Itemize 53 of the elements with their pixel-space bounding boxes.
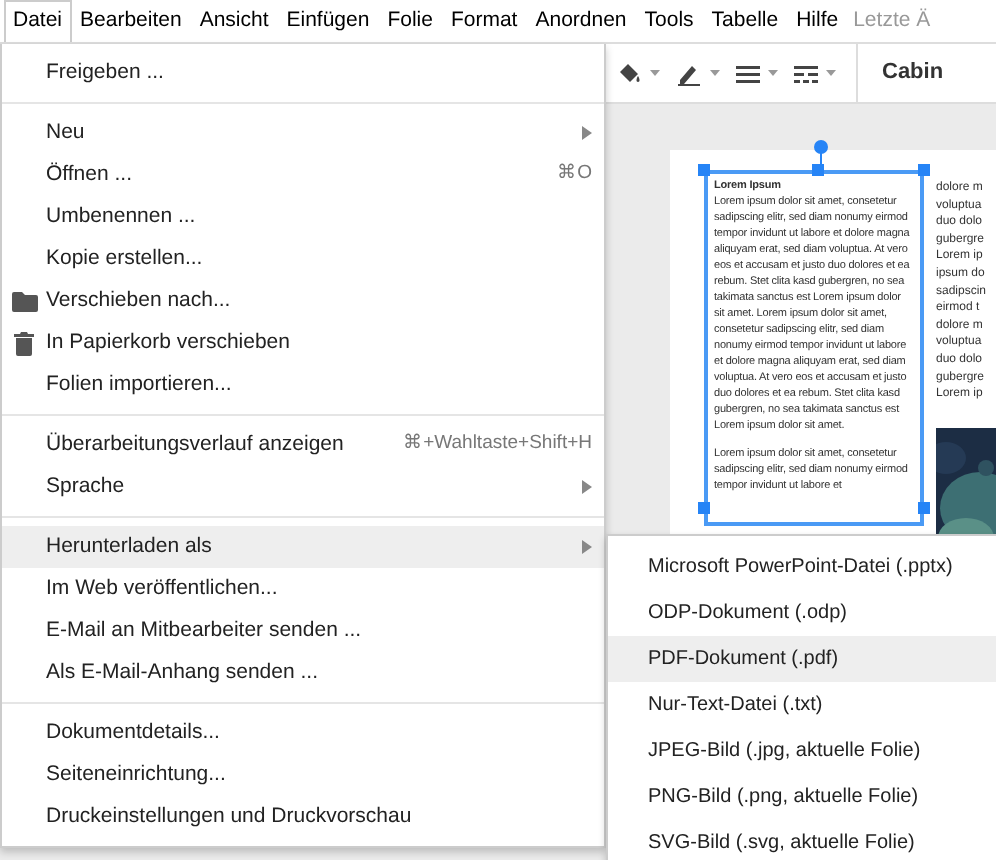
pen-icon[interactable]	[676, 61, 702, 85]
rotate-handle[interactable]	[814, 140, 828, 154]
menu-item[interactable]: Kopie erstellen...	[2, 238, 604, 280]
menu-item[interactable]: PNG-Bild (.png, aktuelle Folie)	[608, 774, 996, 820]
menu-item[interactable]: Neu	[2, 112, 604, 154]
menubar-item[interactable]: Tabelle	[702, 0, 788, 43]
menubar-item[interactable]: Folie	[378, 0, 442, 43]
font-selector[interactable]: Cabin	[882, 56, 944, 90]
menu-item[interactable]: Dokumentdetails...	[2, 712, 604, 754]
menu-item[interactable]: Öffnen ... ⌘O	[2, 154, 604, 196]
caret-icon	[710, 70, 720, 76]
menu-item[interactable]: Nur-Text-Datei (.txt)	[608, 682, 996, 728]
menubar-item[interactable]: Tools	[635, 0, 703, 43]
menubar-item[interactable]: Format	[441, 0, 527, 43]
menubar-item[interactable]: Hilfe	[787, 0, 848, 43]
resize-handle[interactable]	[698, 164, 710, 176]
shortcut-label: ⌘+Wahltaste+Shift+H	[403, 430, 592, 459]
menu-item[interactable]: Seiteneinrichtung...	[2, 754, 604, 796]
resize-handle[interactable]	[918, 502, 930, 514]
menu-item[interactable]: E-Mail an Mitbearbeiter senden ...	[2, 610, 604, 652]
menubar-item[interactable]: Datei	[4, 0, 72, 42]
menu-item[interactable]: Druckeinstellungen und Druckvorschau	[2, 796, 604, 838]
shortcut-label: ⌘O	[557, 160, 592, 189]
resize-handle[interactable]	[812, 164, 824, 176]
menu-item[interactable]: JPEG-Bild (.jpg, aktuelle Folie)	[608, 728, 996, 774]
folder-icon	[11, 291, 37, 311]
trash-icon	[14, 331, 34, 355]
menubar-item[interactable]: Bearbeiten	[71, 0, 191, 43]
menu-item[interactable]: Umbenennen ...	[2, 196, 604, 238]
menubar-item[interactable]: Ansicht	[190, 0, 278, 43]
caret-icon	[768, 70, 778, 76]
menu-item[interactable]: Microsoft PowerPoint-Datei (.pptx)	[608, 544, 996, 590]
menubar-item[interactable]: Einfügen	[277, 0, 379, 43]
menubar-item[interactable]: Anordnen	[526, 0, 636, 43]
menu-item[interactable]: Als E-Mail-Anhang senden ...	[2, 652, 604, 694]
menu-item[interactable]: Verschieben nach...	[2, 280, 604, 322]
resize-handle[interactable]	[918, 164, 930, 176]
caret-icon	[826, 70, 836, 76]
caret-icon	[650, 70, 660, 76]
menu-item[interactable]: In Papierkorb verschieben	[2, 322, 604, 364]
resize-handle[interactable]	[698, 502, 710, 514]
menu-item[interactable]: SVG-Bild (.svg, aktuelle Folie)	[608, 820, 996, 860]
menu-item[interactable]: Überarbeitungsverlauf anzeigen ⌘+Wahltaste+Shift+H	[2, 424, 604, 466]
menu-item[interactable]: Folien importieren...	[2, 364, 604, 406]
menu-item[interactable]: PDF-Dokument (.pdf)	[608, 636, 996, 682]
menu-item[interactable]: ODP-Dokument (.odp)	[608, 590, 996, 636]
line-weight-icon[interactable]	[736, 63, 760, 83]
paint-bucket-icon[interactable]	[616, 61, 642, 85]
menu-item[interactable]: Im Web veröffentlichen...	[2, 568, 604, 610]
menu-item[interactable]: Freigeben ...	[2, 52, 604, 94]
menu-item[interactable]: Sprache	[2, 466, 604, 508]
menu-item[interactable]: Herunterladen als	[2, 526, 604, 568]
line-dash-icon[interactable]	[794, 63, 818, 83]
